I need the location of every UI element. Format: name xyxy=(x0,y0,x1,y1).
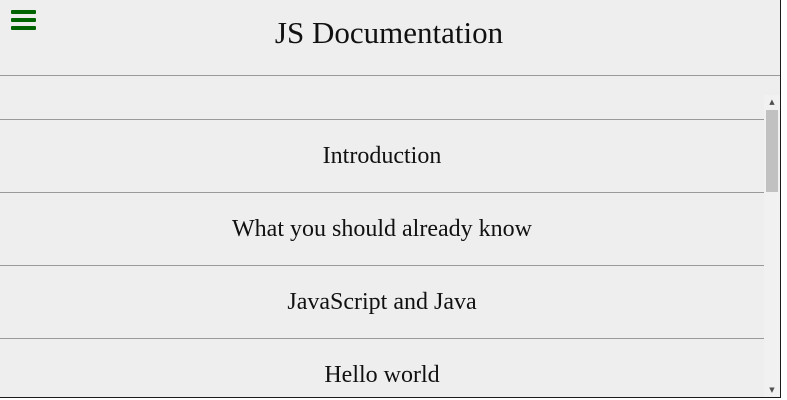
app-window: JS Documentation Introduction What you s… xyxy=(0,0,781,398)
page-header: JS Documentation xyxy=(0,0,780,76)
nav-scrollbar[interactable]: ▲ ▼ xyxy=(764,95,780,397)
nav-spacer xyxy=(0,95,764,120)
scroll-down-arrow-icon[interactable]: ▼ xyxy=(764,383,780,397)
scroll-thumb[interactable] xyxy=(766,110,778,192)
navbar-list[interactable]: Introduction What you should already kno… xyxy=(0,95,764,397)
nav-link-hello-world[interactable]: Hello world xyxy=(0,339,764,397)
nav-link-introduction[interactable]: Introduction xyxy=(0,120,764,193)
nav-link-what-you-should-already-know[interactable]: What you should already know xyxy=(0,193,764,266)
scroll-up-arrow-icon[interactable]: ▲ xyxy=(764,95,780,109)
nav-link-javascript-and-java[interactable]: JavaScript and Java xyxy=(0,266,764,339)
page-title: JS Documentation xyxy=(274,15,504,50)
